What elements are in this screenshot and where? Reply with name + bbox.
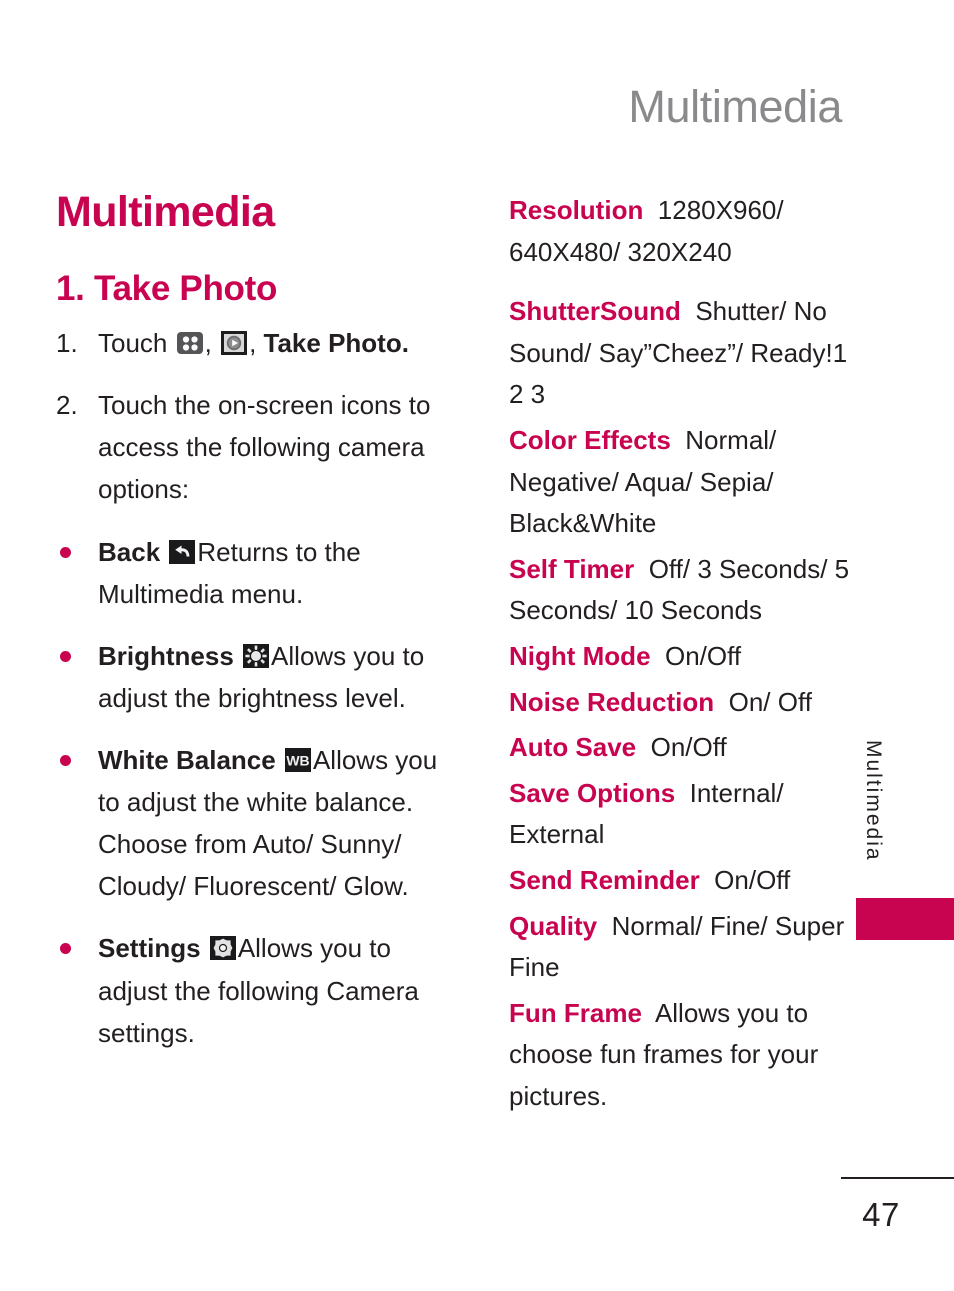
- option-brightness: Brightness Allows you to adjust the brig…: [56, 635, 438, 719]
- step-1: 1. Touch , , Take Photo.: [56, 322, 438, 364]
- step-1-pre: Touch: [98, 328, 175, 359]
- apps-grid-icon: [176, 329, 204, 357]
- left-column: Multimedia 1. Take Photo 1. Touch , , Tak…: [56, 188, 438, 1074]
- setting-save-options: Save Options Internal/ External: [509, 773, 854, 856]
- white-balance-wb-icon: WB: [284, 746, 312, 774]
- setting-resolution: Resolution 1280X960/ 640X480/ 320X240: [509, 190, 854, 273]
- setting-shutter-sound: ShutterSound Shutter/ No Sound/ Say”Chee…: [509, 291, 854, 416]
- footer-divider: [841, 1177, 954, 1179]
- step-1-bold-tail: Take Photo: [263, 328, 402, 359]
- brightness-sun-icon: [242, 642, 270, 670]
- step-1-post: .: [401, 328, 409, 359]
- right-column: Resolution 1280X960/ 640X480/ 320X240 Sh…: [509, 190, 854, 1121]
- setting-color-effects-label: Color Effects: [509, 424, 671, 455]
- bullet-dot-icon: [60, 754, 71, 766]
- page-number: 47: [862, 1196, 900, 1233]
- option-settings: Settings Allows you to adjust the follow…: [56, 927, 438, 1053]
- back-arrow-icon: [168, 538, 196, 566]
- step-2-text: Touch the on-screen icons to access the …: [98, 390, 431, 505]
- step-2: 2. Touch the on-screen icons to access th…: [56, 384, 438, 510]
- setting-fun-frame: Fun Frame Allows you to choose fun frame…: [509, 993, 854, 1118]
- side-tab-label: Multimedia: [862, 740, 885, 862]
- setting-send-reminder-label: Send Reminder: [509, 864, 700, 895]
- option-settings-term: Settings: [98, 933, 201, 964]
- setting-send-reminder: Send Reminder On/Off: [509, 860, 854, 902]
- option-white-balance-term: White Balance: [98, 744, 276, 775]
- setting-night-mode-value: On/Off: [664, 640, 742, 671]
- section-title: 1. Take Photo: [56, 268, 278, 308]
- bullet-dot-icon: [60, 546, 71, 558]
- setting-save-options-label: Save Options: [509, 777, 676, 808]
- setting-night-mode: Night Mode On/Off: [509, 636, 854, 678]
- option-white-balance: White Balance WB Allows you to adjust the…: [56, 739, 438, 907]
- setting-auto-save-label: Auto Save: [509, 732, 637, 763]
- setting-noise-reduction-value: On/ Off: [728, 686, 812, 717]
- settings-gear-icon: [209, 934, 237, 962]
- setting-color-effects: Color Effects Normal/ Negative/ Aqua/ Se…: [509, 420, 854, 545]
- step-1-number: 1.: [56, 328, 78, 359]
- option-brightness-term: Brightness: [98, 640, 234, 671]
- bullet-dot-icon: [60, 650, 71, 662]
- media-play-icon: [220, 329, 248, 357]
- option-back: Back Returns to the Multimedia menu.: [56, 531, 438, 615]
- setting-self-timer-label: Self Timer: [509, 553, 635, 584]
- setting-resolution-label: Resolution: [509, 195, 644, 225]
- bullet-dot-icon: [60, 943, 71, 955]
- setting-self-timer: Self Timer Off/ 3 Seconds/ 5 Seconds/ 10…: [509, 549, 854, 632]
- setting-fun-frame-label: Fun Frame: [509, 997, 642, 1028]
- svg-text:WB: WB: [286, 752, 309, 768]
- option-back-term: Back: [98, 536, 161, 567]
- running-head: Multimedia: [628, 81, 842, 132]
- setting-noise-reduction-label: Noise Reduction: [509, 686, 715, 717]
- step-1-mid-1: ,: [204, 328, 220, 359]
- setting-noise-reduction: Noise Reduction On/ Off: [509, 682, 854, 724]
- setting-night-mode-label: Night Mode: [509, 640, 651, 671]
- setting-quality-label: Quality: [509, 910, 598, 941]
- setting-quality: Quality Normal/ Fine/ Super Fine: [509, 906, 854, 989]
- setting-auto-save-value: On/Off: [650, 732, 727, 763]
- side-tab-marker: [856, 898, 954, 940]
- chapter-title: Multimedia: [56, 188, 275, 236]
- setting-shutter-sound-label: ShutterSound: [509, 296, 681, 327]
- step-1-mid-2: ,: [249, 328, 264, 359]
- setting-send-reminder-value: On/Off: [714, 864, 791, 895]
- setting-auto-save: Auto Save On/Off: [509, 727, 854, 769]
- step-2-number: 2.: [56, 390, 78, 421]
